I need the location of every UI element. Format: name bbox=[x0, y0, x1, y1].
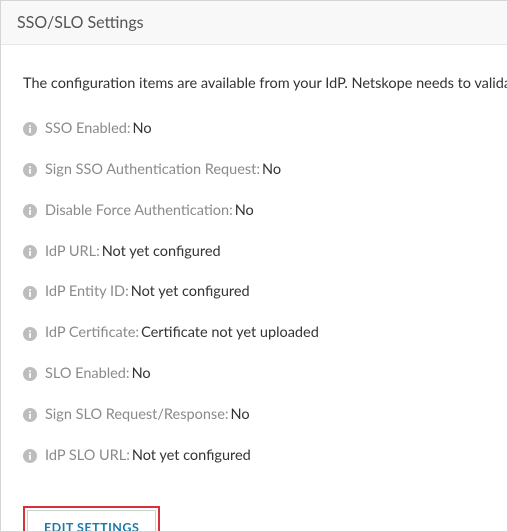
setting-label: IdP Entity ID: bbox=[45, 283, 129, 302]
setting-row-sign-slo: Sign SLO Request/Response: No bbox=[23, 406, 485, 425]
setting-label: SSO Enabled: bbox=[45, 120, 130, 139]
info-icon[interactable] bbox=[23, 286, 37, 300]
info-icon[interactable] bbox=[23, 327, 37, 341]
setting-label: Sign SLO Request/Response: bbox=[45, 406, 228, 425]
setting-label: IdP URL: bbox=[45, 243, 100, 262]
setting-value: Not yet configured bbox=[102, 243, 221, 262]
setting-row-sso-enabled: SSO Enabled: No bbox=[23, 120, 485, 139]
intro-text: The configuration items are available fr… bbox=[23, 75, 485, 92]
setting-row-idp-certificate: IdP Certificate: Certificate not yet upl… bbox=[23, 324, 485, 343]
setting-label: SLO Enabled: bbox=[45, 365, 130, 384]
setting-row-idp-entity-id: IdP Entity ID: Not yet configured bbox=[23, 283, 485, 302]
info-icon[interactable] bbox=[23, 449, 37, 463]
info-icon[interactable] bbox=[23, 245, 37, 259]
info-icon[interactable] bbox=[23, 408, 37, 422]
setting-row-idp-slo-url: IdP SLO URL: Not yet configured bbox=[23, 447, 485, 466]
setting-row-sign-sso-auth: Sign SSO Authentication Request: No bbox=[23, 161, 485, 180]
setting-value: No bbox=[230, 406, 249, 425]
info-icon[interactable] bbox=[23, 367, 37, 381]
setting-value: No bbox=[262, 161, 281, 180]
setting-value: No bbox=[235, 202, 254, 221]
setting-value: No bbox=[132, 120, 151, 139]
edit-button-highlight: EDIT SETTINGS bbox=[23, 506, 160, 532]
sso-slo-settings-panel: SSO/SLO Settings The configuration items… bbox=[0, 0, 508, 532]
setting-row-idp-url: IdP URL: Not yet configured bbox=[23, 243, 485, 262]
info-icon[interactable] bbox=[23, 163, 37, 177]
setting-value: Not yet configured bbox=[132, 447, 251, 466]
info-icon[interactable] bbox=[23, 122, 37, 136]
setting-label: Disable Force Authentication: bbox=[45, 202, 233, 221]
setting-label: Sign SSO Authentication Request: bbox=[45, 161, 260, 180]
panel-body: The configuration items are available fr… bbox=[1, 45, 507, 532]
setting-label: IdP SLO URL: bbox=[45, 447, 130, 466]
setting-row-disable-force-auth: Disable Force Authentication: No bbox=[23, 202, 485, 221]
setting-value: No bbox=[132, 365, 151, 384]
setting-value: Not yet configured bbox=[131, 283, 250, 302]
edit-settings-button[interactable]: EDIT SETTINGS bbox=[27, 510, 156, 532]
panel-header: SSO/SLO Settings bbox=[1, 1, 507, 45]
setting-value: Certificate not yet uploaded bbox=[141, 324, 319, 343]
setting-row-slo-enabled: SLO Enabled: No bbox=[23, 365, 485, 384]
info-icon[interactable] bbox=[23, 204, 37, 218]
setting-label: IdP Certificate: bbox=[45, 324, 139, 343]
panel-title: SSO/SLO Settings bbox=[17, 13, 491, 32]
